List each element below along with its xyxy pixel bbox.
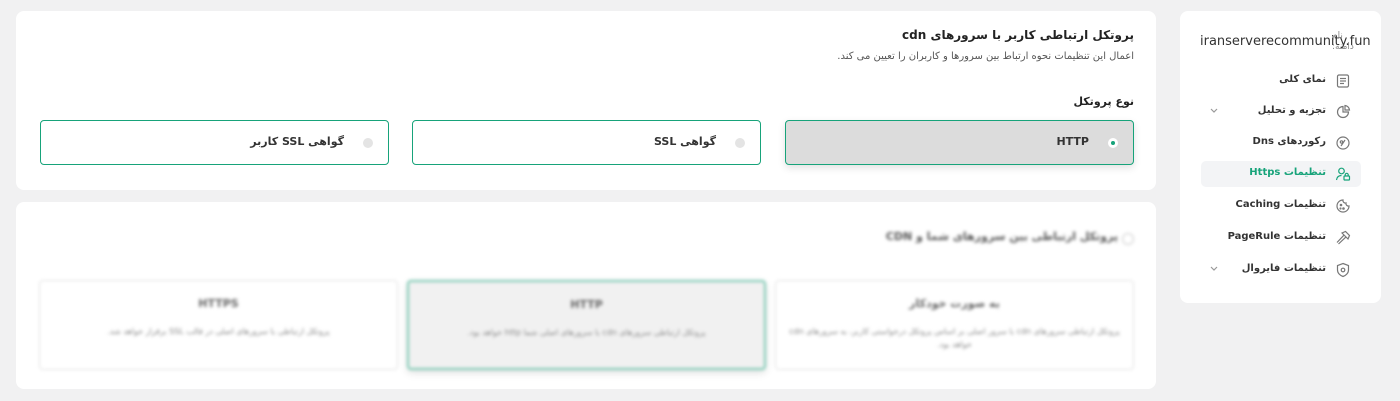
origin-option-title: به صورت خودکار <box>909 297 1000 310</box>
origin-option-description: پروتکل ارتباطی سرورهای cdn با سرورهای اص… <box>467 328 706 337</box>
sidebar-item-firewall[interactable]: تنظیمات فایروال <box>1201 257 1361 283</box>
sidebar-item-label: رکوردهای Dns <box>1252 136 1326 147</box>
protocol-option-ssl[interactable]: گواهی SSL <box>412 120 761 165</box>
analytics-icon <box>1336 104 1351 119</box>
shield-icon <box>1336 262 1350 278</box>
chevron-down-icon[interactable] <box>1209 105 1219 115</box>
sidebar-item-label: تنظیمات Caching <box>1235 199 1327 210</box>
radio-unselected[interactable] <box>735 138 745 148</box>
sidebar-item-label: تنظیمات Https <box>1249 167 1326 178</box>
protocol-option-label: گواهی SSL کاربر <box>250 135 344 148</box>
overview-icon <box>1336 74 1350 88</box>
origin-option-http[interactable]: HTTP پروتکل ارتباطی سرورهای cdn با سروره… <box>407 280 766 370</box>
cookie-icon <box>1336 199 1350 213</box>
user-cdn-protocol-card: پروتکل ارتباطی کاربر با سرورهای cdn اعما… <box>16 11 1156 190</box>
domain-name: iranserverecommunity.fun <box>1200 34 1371 49</box>
origin-option-title: HTTP <box>570 298 603 311</box>
section-title: پروتکل ارتباطی کاربر با سرورهای cdn <box>902 28 1134 42</box>
section-description: اعمال این تنظیمات نحوه ارتباط بین سرورها… <box>837 51 1134 62</box>
sidebar-item-label: تنظیمات PageRule <box>1227 231 1326 242</box>
sidebar-item-https[interactable]: تنظیمات Https <box>1201 161 1361 187</box>
protocol-option-http[interactable]: HTTP <box>785 120 1134 165</box>
origin-option-description: پروتکل ارتباطی با سرورهای اصلی در قالب S… <box>107 327 330 336</box>
section-toggle-radio[interactable] <box>1122 233 1134 245</box>
sidebar-item-dns[interactable]: رکوردهای Dns <box>1201 130 1361 156</box>
https-icon <box>1335 167 1351 181</box>
radio-unselected[interactable] <box>363 138 373 148</box>
origin-option-title: HTTPS <box>198 297 239 310</box>
sidebar-item-pagerule[interactable]: تنظیمات PageRule <box>1201 225 1361 251</box>
domain-sidebar: نام دامنه: iranserverecommunity.fun نمای… <box>1180 11 1381 303</box>
origin-cdn-protocol-card: پروتکل ارتباطی بین سرورهای شما و CDN به … <box>16 202 1156 389</box>
protocol-option-label: HTTP <box>1056 135 1089 148</box>
radio-selected[interactable] <box>1108 138 1118 148</box>
origin-option-https[interactable]: HTTPS پروتکل ارتباطی با سرورهای اصلی در … <box>39 280 398 370</box>
protocol-option-label: گواهی SSL <box>653 135 716 148</box>
chevron-down-icon[interactable] <box>1209 263 1219 273</box>
dns-icon <box>1336 136 1350 150</box>
sidebar-item-label: نمای کلی <box>1279 74 1326 85</box>
protocol-type-label: نوع پروتکل <box>1073 95 1134 108</box>
sidebar-item-caching[interactable]: تنظیمات Caching <box>1201 193 1361 219</box>
hammer-icon <box>1336 230 1351 245</box>
sidebar-item-label: تنظیمات فایروال <box>1241 263 1326 274</box>
sidebar-item-label: تجزیه و تحلیل <box>1257 105 1326 116</box>
section-title: پروتکل ارتباطی بین سرورهای شما و CDN <box>885 230 1118 243</box>
blurred-content: پروتکل ارتباطی بین سرورهای شما و CDN به … <box>16 202 1156 389</box>
origin-option-description: پروتکل ارتباطی سرورهای cdn با سرور اصلی … <box>789 327 1120 349</box>
sidebar-item-overview[interactable]: نمای کلی <box>1201 68 1361 94</box>
origin-option-auto[interactable]: به صورت خودکار پروتکل ارتباطی سرورهای cd… <box>775 280 1134 370</box>
sidebar-item-analytics[interactable]: تجزیه و تحلیل <box>1201 99 1361 125</box>
protocol-option-user-ssl[interactable]: گواهی SSL کاربر <box>40 120 389 165</box>
